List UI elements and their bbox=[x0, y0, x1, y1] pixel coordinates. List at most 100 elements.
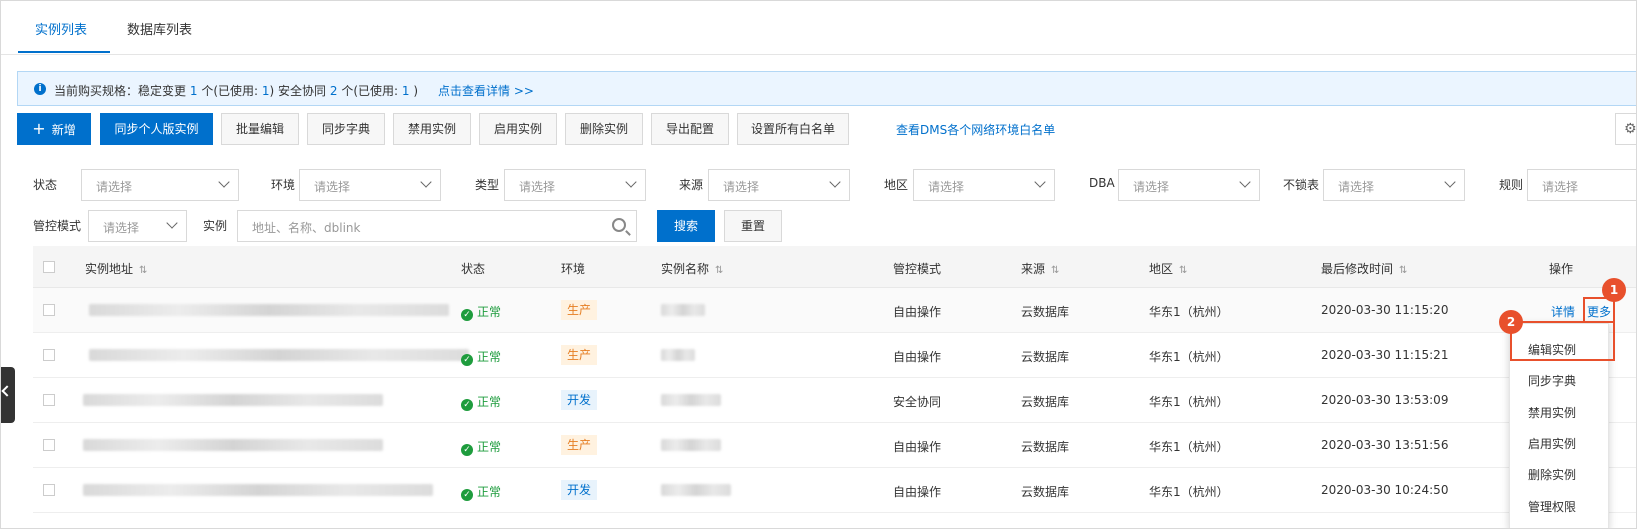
tab-database-list[interactable]: 数据库列表 bbox=[127, 19, 192, 38]
search-button[interactable]: 搜索 bbox=[657, 210, 715, 242]
more-button-label: 更多 bbox=[1587, 305, 1612, 319]
security-used: 1 bbox=[401, 84, 410, 98]
chevron-down-icon bbox=[1444, 176, 1456, 188]
chevron-left-icon bbox=[1, 385, 13, 397]
env-badge: 生产 bbox=[561, 435, 598, 455]
chevron-down-icon bbox=[420, 176, 432, 188]
filter-status-placeholder: 请选择 bbox=[96, 180, 133, 194]
row-checkbox[interactable] bbox=[43, 394, 55, 406]
view-details-link[interactable]: 点击查看详情 >> bbox=[438, 82, 534, 99]
tab-instance-list[interactable]: 实例列表 bbox=[35, 19, 87, 38]
instance-search-input[interactable]: 地址、名称、dblink bbox=[237, 210, 637, 242]
filter-region-select[interactable]: 请选择 bbox=[913, 169, 1055, 201]
sync-personal-button[interactable]: 同步个人版实例 bbox=[100, 113, 213, 145]
sort-icon[interactable]: ⇅ bbox=[1051, 265, 1059, 276]
search-icon[interactable] bbox=[612, 218, 626, 232]
row-checkbox[interactable] bbox=[43, 304, 55, 316]
sort-icon[interactable]: ⇅ bbox=[139, 265, 147, 276]
reset-button[interactable]: 重置 bbox=[724, 210, 782, 242]
filter-region-placeholder: 请选择 bbox=[928, 180, 965, 194]
filter-nolock-placeholder: 请选择 bbox=[1338, 180, 1375, 194]
row-checkbox[interactable] bbox=[43, 439, 55, 451]
status-cell: ✓ 正常 bbox=[461, 303, 501, 321]
delete-instance-button[interactable]: 删除实例 bbox=[565, 113, 643, 145]
mode-cell: 安全协同 bbox=[893, 395, 942, 409]
env-badge: 开发 bbox=[561, 480, 598, 500]
mode-cell: 自由操作 bbox=[893, 485, 942, 499]
region-cell: 华东1（杭州） bbox=[1149, 305, 1229, 319]
status-text: 正常 bbox=[477, 305, 502, 319]
settings-button[interactable]: ⚙ bbox=[1615, 113, 1636, 145]
filter-nolock-select[interactable]: 请选择 bbox=[1323, 169, 1465, 201]
instance-address-redacted bbox=[89, 304, 449, 316]
col-modified[interactable]: 最后修改时间 ⇅ bbox=[1321, 260, 1407, 277]
status-cell: ✓ 正常 bbox=[461, 438, 501, 456]
menu-item-sync-dict[interactable]: 同步字典 bbox=[1528, 372, 1576, 389]
modified-cell: 2020-03-30 11:15:20 bbox=[1321, 303, 1449, 317]
filter-control-mode-label: 管控模式 bbox=[33, 219, 82, 233]
set-whitelist-button[interactable]: 设置所有白名单 bbox=[737, 113, 849, 145]
check-icon: ✓ bbox=[461, 309, 473, 321]
disable-instance-button[interactable]: 禁用实例 bbox=[393, 113, 471, 145]
filter-env-select[interactable]: 请选择 bbox=[299, 169, 441, 201]
row-checkbox[interactable] bbox=[43, 349, 55, 361]
filter-type-select[interactable]: 请选择 bbox=[504, 169, 646, 201]
row-checkbox[interactable] bbox=[43, 484, 55, 496]
table-header: 实例地址 ⇅ 状态 环境 实例名称 ⇅ 管控模式 来源 ⇅ 地区 ⇅ 最后修改时间 ⇅ 操… bbox=[33, 246, 1636, 288]
source-cell: 云数据库 bbox=[1021, 305, 1070, 319]
add-button[interactable]: + 新增 bbox=[17, 113, 91, 145]
menu-item-enable-instance[interactable]: 启用实例 bbox=[1528, 435, 1576, 452]
col-address[interactable]: 实例地址 ⇅ bbox=[85, 260, 147, 277]
instance-address-redacted bbox=[83, 394, 383, 406]
col-name[interactable]: 实例名称 ⇅ bbox=[661, 260, 723, 277]
check-icon: ✓ bbox=[461, 354, 473, 366]
notice-text: 当前购买规格：稳定变更 1 个(已使用: 1) 安全协同 2 个(已使用: 1 … bbox=[54, 82, 418, 99]
filter-source-label: 来源 bbox=[679, 178, 704, 192]
menu-item-manage-permissions[interactable]: 管理权限 bbox=[1528, 498, 1576, 515]
table-row[interactable]: ✓ 正常 生产 自由操作 云数据库 华东1（杭州） 2020-03-30 11:1… bbox=[33, 333, 1636, 378]
select-all-checkbox[interactable] bbox=[43, 261, 55, 273]
col-source[interactable]: 来源 ⇅ bbox=[1021, 260, 1059, 277]
filter-dba-label: DBA bbox=[1089, 176, 1115, 190]
table-row[interactable]: ✓ 正常 生产 自由操作 云数据库 华东1（杭州） 2020-03-30 13:5… bbox=[33, 423, 1636, 468]
filter-instance-label: 实例 bbox=[203, 219, 228, 233]
export-config-button[interactable]: 导出配置 bbox=[651, 113, 729, 145]
enable-instance-button[interactable]: 启用实例 bbox=[479, 113, 557, 145]
instance-address-redacted bbox=[83, 439, 383, 451]
chevron-down-icon bbox=[166, 217, 178, 229]
whitelist-link[interactable]: 查看DMS各个网络环境白名单 bbox=[896, 121, 1055, 138]
filter-source-select[interactable]: 请选择 bbox=[708, 169, 850, 201]
menu-item-delete-instance[interactable]: 删除实例 bbox=[1528, 466, 1576, 483]
table-row[interactable]: ✓ 正常 开发 安全协同 云数据库 华东1（杭州） 2020-03-30 13:5… bbox=[33, 378, 1636, 423]
mode-cell: 自由操作 bbox=[893, 440, 942, 454]
sidebar-collapse-toggle[interactable] bbox=[1, 367, 15, 423]
detail-link[interactable]: 详情 bbox=[1551, 303, 1575, 320]
filter-rule-placeholder: 请选择 bbox=[1542, 180, 1579, 194]
col-region[interactable]: 地区 ⇅ bbox=[1149, 260, 1187, 277]
col-action: 操作 bbox=[1549, 262, 1574, 276]
batch-edit-button[interactable]: 批量编辑 bbox=[221, 113, 299, 145]
menu-item-disable-instance[interactable]: 禁用实例 bbox=[1528, 404, 1576, 421]
table-row[interactable]: ✓ 正常 开发 自由操作 云数据库 华东1（杭州） 2020-03-30 10:2… bbox=[33, 468, 1636, 513]
edit-instance-highlight bbox=[1510, 321, 1615, 361]
status-cell: ✓ 正常 bbox=[461, 393, 501, 411]
filter-rule-label: 规则 bbox=[1499, 178, 1524, 192]
instance-address-redacted bbox=[89, 349, 469, 361]
table-row[interactable]: ✓ 正常 生产 自由操作 云数据库 华东1（杭州） 2020-03-30 11:1… bbox=[33, 288, 1636, 333]
env-badge: 生产 bbox=[561, 345, 598, 365]
security-label: 安全协同 bbox=[278, 84, 327, 98]
filter-type-label: 类型 bbox=[475, 178, 500, 192]
sync-dict-button[interactable]: 同步字典 bbox=[307, 113, 385, 145]
filter-dba-select[interactable]: 请选择 bbox=[1118, 169, 1260, 201]
security-mid: 个(已使用: bbox=[341, 84, 399, 98]
status-text: 正常 bbox=[477, 350, 502, 364]
filter-rule-select[interactable]: 请选择 bbox=[1527, 169, 1636, 201]
sort-icon[interactable]: ⇅ bbox=[1179, 265, 1187, 276]
col-name-label: 实例名称 bbox=[661, 262, 710, 276]
modified-cell: 2020-03-30 13:51:56 bbox=[1321, 438, 1449, 452]
filter-status-select[interactable]: 请选择 bbox=[81, 169, 239, 201]
sort-icon[interactable]: ⇅ bbox=[1399, 265, 1407, 276]
filter-control-mode-select[interactable]: 请选择 bbox=[88, 210, 187, 242]
chevron-down-icon bbox=[1239, 176, 1251, 188]
sort-icon[interactable]: ⇅ bbox=[715, 265, 723, 276]
